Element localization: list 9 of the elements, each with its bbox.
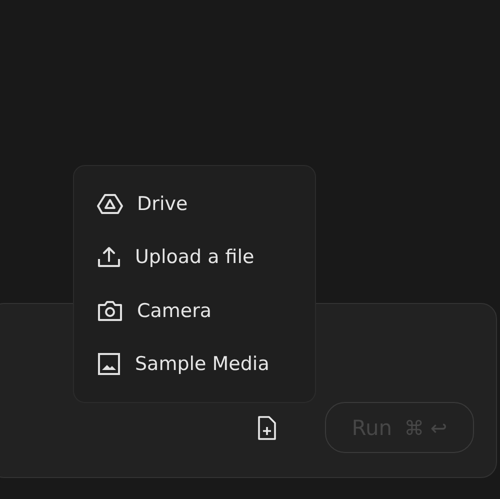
- triangle-icon: [97, 192, 123, 215]
- menu-item[interactable]: Sample Media: [97, 338, 315, 391]
- image-icon: [97, 353, 121, 376]
- upload-icon: [97, 246, 121, 268]
- menu-item[interactable]: Camera: [97, 284, 315, 338]
- menu-item[interactable]: Drive: [97, 177, 315, 230]
- add-file-icon[interactable]: [257, 416, 277, 440]
- menu-item[interactable]: Upload a file: [97, 230, 315, 284]
- camera-icon: [97, 300, 123, 322]
